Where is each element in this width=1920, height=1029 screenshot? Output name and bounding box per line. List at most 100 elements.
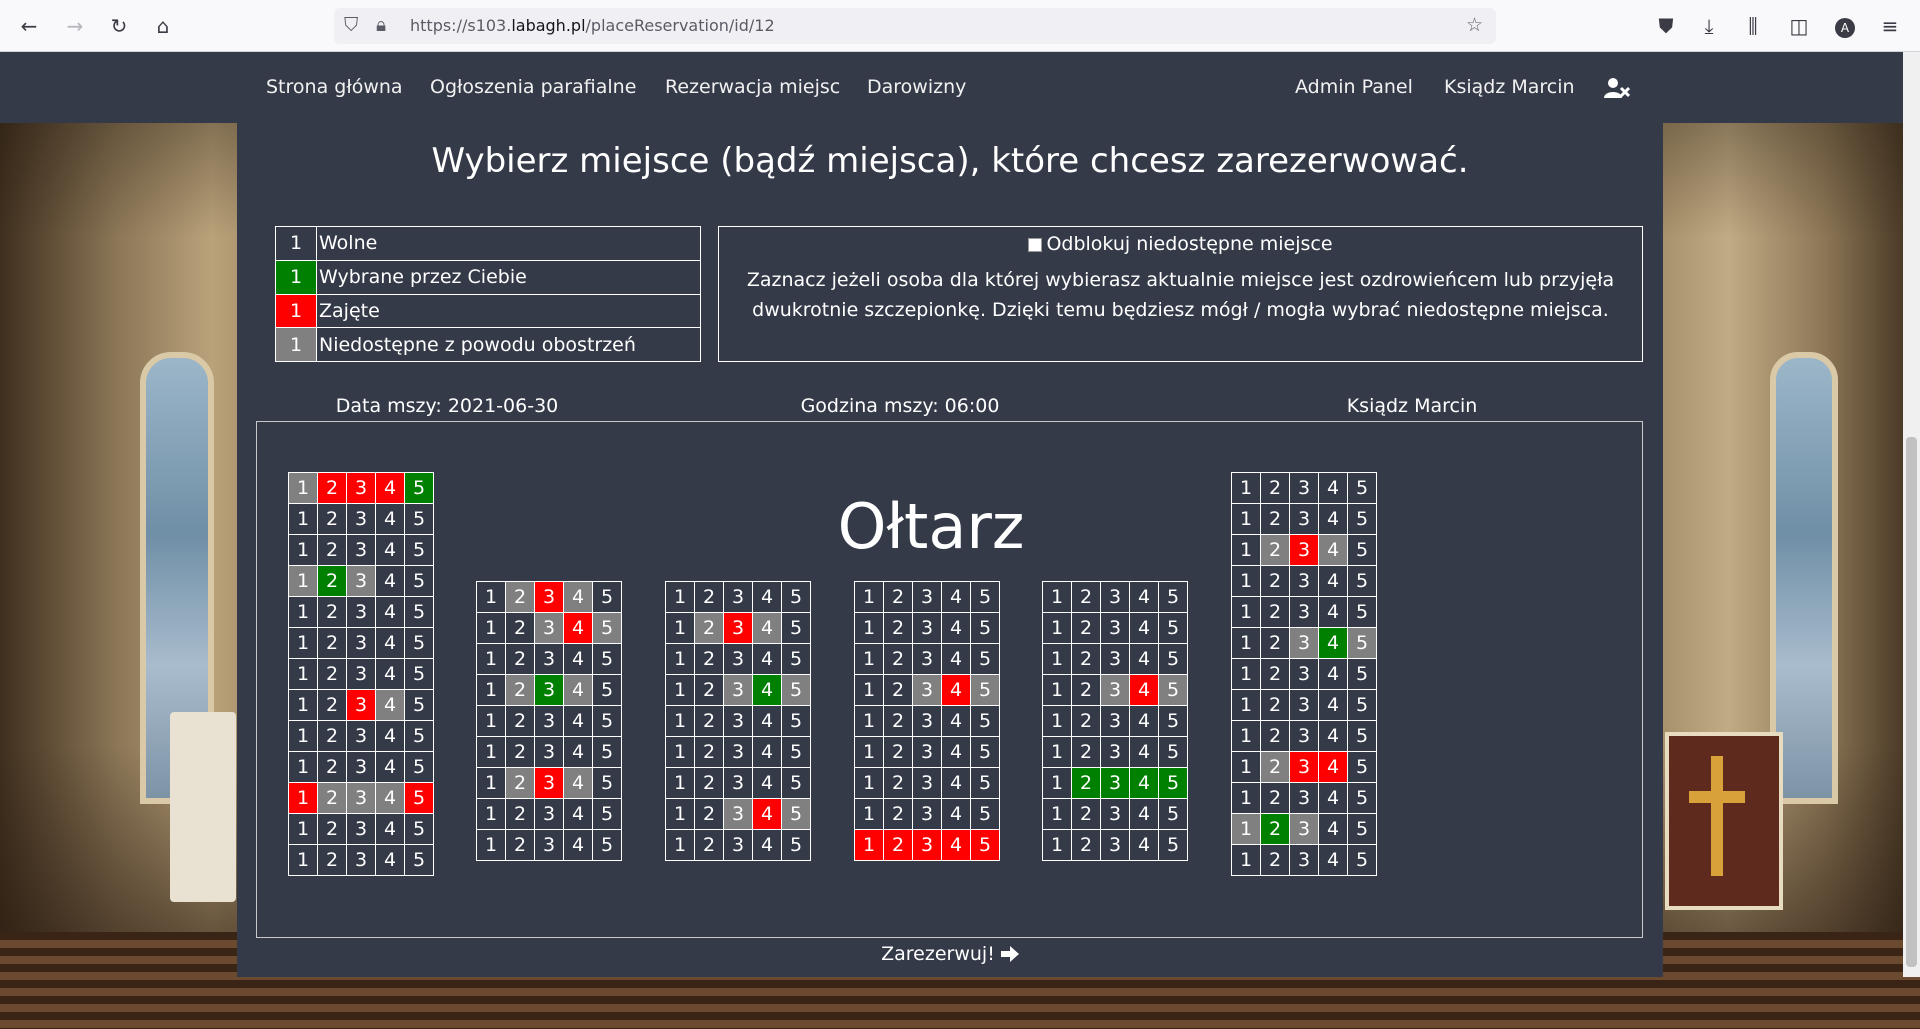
seat-free[interactable]: 2 (883, 674, 913, 706)
seat-free[interactable]: 5 (592, 581, 622, 613)
seat-free[interactable]: 1 (665, 674, 695, 706)
seat-taken[interactable]: 3 (912, 829, 942, 861)
seat-selected[interactable]: 2 (1260, 813, 1290, 845)
seat-taken[interactable]: 4 (941, 829, 971, 861)
seat-free[interactable]: 1 (476, 829, 506, 861)
seat-free[interactable]: 3 (534, 829, 564, 861)
seat-free[interactable]: 3 (723, 705, 753, 737)
seat-free[interactable]: 2 (317, 534, 347, 566)
seat-taken[interactable]: 1 (854, 829, 884, 861)
seat-free[interactable]: 5 (781, 612, 811, 644)
seat-unavailable[interactable]: 5 (970, 674, 1000, 706)
seat-free[interactable]: 2 (883, 736, 913, 768)
seat-free[interactable]: 3 (1289, 596, 1319, 628)
seat-free[interactable]: 5 (781, 705, 811, 737)
menu-icon[interactable]: ≡ (1877, 13, 1903, 39)
seat-unavailable[interactable]: 1 (1231, 813, 1261, 845)
seat-free[interactable]: 2 (1071, 705, 1101, 737)
seat-free[interactable]: 5 (781, 736, 811, 768)
seat-free[interactable]: 5 (970, 736, 1000, 768)
download-icon[interactable]: ⤓ (1696, 13, 1722, 39)
seat-unavailable[interactable]: 2 (317, 782, 347, 814)
seat-unavailable[interactable]: 2 (505, 674, 535, 706)
seat-free[interactable]: 3 (912, 767, 942, 799)
seat-selected[interactable]: 2 (317, 565, 347, 597)
seat-free[interactable]: 5 (592, 736, 622, 768)
seat-taken[interactable]: 4 (1129, 674, 1159, 706)
seat-taken[interactable]: 3 (346, 689, 376, 721)
seat-free[interactable]: 2 (317, 751, 347, 783)
seat-free[interactable]: 3 (534, 705, 564, 737)
seat-free[interactable]: 2 (505, 798, 535, 830)
seat-free[interactable]: 3 (1100, 798, 1130, 830)
seat-unavailable[interactable]: 4 (563, 767, 593, 799)
seat-unavailable[interactable]: 3 (534, 612, 564, 644)
seat-taken[interactable]: 5 (404, 782, 434, 814)
seat-free[interactable]: 1 (1042, 612, 1072, 644)
seat-free[interactable]: 1 (1231, 658, 1261, 690)
seat-free[interactable]: 3 (912, 643, 942, 675)
seat-free[interactable]: 5 (781, 643, 811, 675)
seat-free[interactable]: 2 (883, 767, 913, 799)
seat-free[interactable]: 4 (375, 565, 405, 597)
seat-free[interactable]: 5 (1347, 565, 1377, 597)
seat-free[interactable]: 3 (1289, 503, 1319, 535)
seat-free[interactable]: 1 (854, 798, 884, 830)
seat-unavailable[interactable]: 3 (723, 798, 753, 830)
seat-free[interactable]: 1 (665, 736, 695, 768)
seat-free[interactable]: 2 (317, 689, 347, 721)
seat-free[interactable]: 3 (1100, 736, 1130, 768)
lock-icon[interactable]: 🔒︎ (376, 14, 386, 36)
seat-free[interactable]: 4 (752, 736, 782, 768)
seat-free[interactable]: 4 (375, 751, 405, 783)
seat-taken[interactable]: 1 (288, 782, 318, 814)
seat-free[interactable]: 2 (505, 643, 535, 675)
seat-free[interactable]: 2 (505, 736, 535, 768)
seat-free[interactable]: 4 (941, 705, 971, 737)
seat-free[interactable]: 1 (1231, 503, 1261, 535)
seat-free[interactable]: 4 (375, 813, 405, 845)
seat-free[interactable]: 1 (665, 612, 695, 644)
seat-free[interactable]: 1 (854, 581, 884, 613)
seat-free[interactable]: 2 (694, 643, 724, 675)
seat-free[interactable]: 4 (1318, 689, 1348, 721)
seat-free[interactable]: 5 (781, 767, 811, 799)
seat-free[interactable]: 5 (404, 534, 434, 566)
seat-free[interactable]: 2 (1071, 829, 1101, 861)
seat-free[interactable]: 1 (854, 612, 884, 644)
seat-free[interactable]: 1 (288, 503, 318, 535)
seat-selected[interactable]: 3 (1100, 767, 1130, 799)
seat-unavailable[interactable]: 4 (563, 674, 593, 706)
pocket-icon[interactable]: ⛊ (1653, 13, 1679, 39)
seat-free[interactable]: 1 (1042, 643, 1072, 675)
seat-unavailable[interactable]: 5 (1347, 627, 1377, 659)
seat-free[interactable]: 2 (1260, 782, 1290, 814)
seat-free[interactable]: 5 (1347, 720, 1377, 752)
seat-free[interactable]: 5 (1347, 472, 1377, 504)
seat-free[interactable]: 3 (534, 736, 564, 768)
seat-free[interactable]: 1 (288, 534, 318, 566)
reserve-label[interactable]: Zarezerwuj! (881, 943, 995, 965)
seat-free[interactable]: 4 (1129, 705, 1159, 737)
seat-free[interactable]: 4 (1129, 643, 1159, 675)
seat-free[interactable]: 1 (288, 596, 318, 628)
seat-free[interactable]: 5 (404, 751, 434, 783)
seat-free[interactable]: 5 (1158, 581, 1188, 613)
seat-free[interactable]: 2 (883, 798, 913, 830)
seat-free[interactable]: 3 (346, 751, 376, 783)
seat-unavailable[interactable]: 3 (1289, 627, 1319, 659)
seat-free[interactable]: 1 (854, 705, 884, 737)
seat-free[interactable]: 4 (752, 705, 782, 737)
seat-free[interactable]: 4 (375, 627, 405, 659)
seat-free[interactable]: 4 (941, 612, 971, 644)
seat-free[interactable]: 5 (592, 767, 622, 799)
seat-free[interactable]: 1 (288, 689, 318, 721)
seat-free[interactable]: 5 (404, 813, 434, 845)
seat-free[interactable]: 4 (1318, 844, 1348, 876)
nav-announcements-link[interactable]: Ogłoszenia parafialne (430, 76, 636, 98)
seat-selected[interactable]: 3 (534, 674, 564, 706)
seat-free[interactable]: 5 (1158, 798, 1188, 830)
seat-free[interactable]: 5 (592, 829, 622, 861)
seat-free[interactable]: 3 (723, 736, 753, 768)
seat-free[interactable]: 2 (1260, 503, 1290, 535)
